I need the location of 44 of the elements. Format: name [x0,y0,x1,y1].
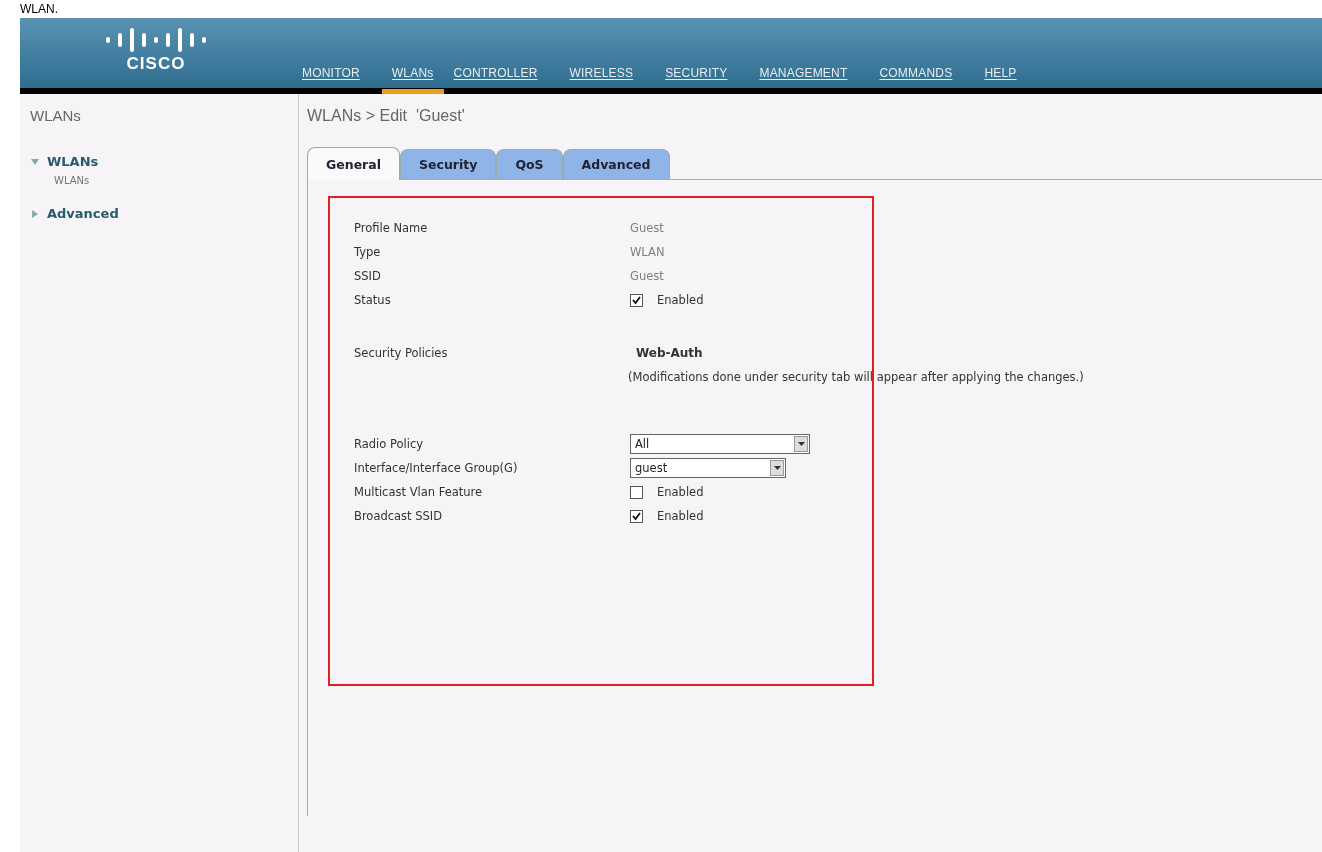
field-label: Broadcast SSID [354,509,443,523]
field-label: Security Policies [354,346,448,360]
nav-tab[interactable]: HELP [974,66,1027,88]
note-text: (Modifications done under security tab will appear after applying the changes.) [628,370,1084,384]
logo-bars-icon [104,28,208,52]
nav-tab[interactable]: COMMANDS [869,66,963,88]
field-label: Status [354,293,391,307]
tab[interactable]: Advanced [562,149,670,179]
sidebar-subitem[interactable]: WLANs [54,175,90,186]
tab[interactable]: QoS [496,149,563,179]
field-label: SSID [354,269,381,283]
field-label: Radio Policy [354,437,424,451]
field-value: Guest [630,269,664,283]
field-label: Type [354,245,381,259]
checkbox-label: Enabled [657,509,704,523]
sidebar-title: WLANs [30,107,81,124]
checkbox[interactable] [630,293,643,307]
page-title: WLANs > Edit 'Guest' [307,107,465,125]
caret-down-icon [773,466,781,470]
field-value: Web-Auth [635,346,704,360]
dropdown[interactable]: guest [630,458,786,478]
nav-tab[interactable]: SECURITY [655,66,738,88]
nav-tab[interactable]: WLANs [381,66,444,94]
checkbox-label: Enabled [657,485,704,499]
sidebar-item[interactable]: Advanced [47,206,119,221]
checkbox[interactable] [630,485,643,499]
nav-tab[interactable]: MONITOR [292,66,370,88]
tab[interactable]: General [307,147,400,180]
checkbox[interactable] [630,509,643,523]
field-label: Interface/Interface Group(G) [354,461,518,475]
field-value: Guest [630,221,664,235]
field-label: Multicast Vlan Feature [354,485,483,499]
nav-tab[interactable]: WIRELESS [559,66,644,88]
nav-tab[interactable]: MANAGEMENT [749,66,858,88]
dropdown[interactable]: All [630,434,810,454]
caret-down-icon [797,442,805,446]
tab[interactable]: Security [400,149,497,179]
sidebar-item[interactable]: WLANs [47,154,99,169]
caption-text: WLAN. [20,1,58,17]
field-label: Profile Name [354,221,428,235]
logo-text: CISCO [126,54,186,74]
checkbox-label: Enabled [657,293,704,307]
field-value: WLAN [630,245,665,259]
nav-tab[interactable]: CONTROLLER [443,66,548,88]
